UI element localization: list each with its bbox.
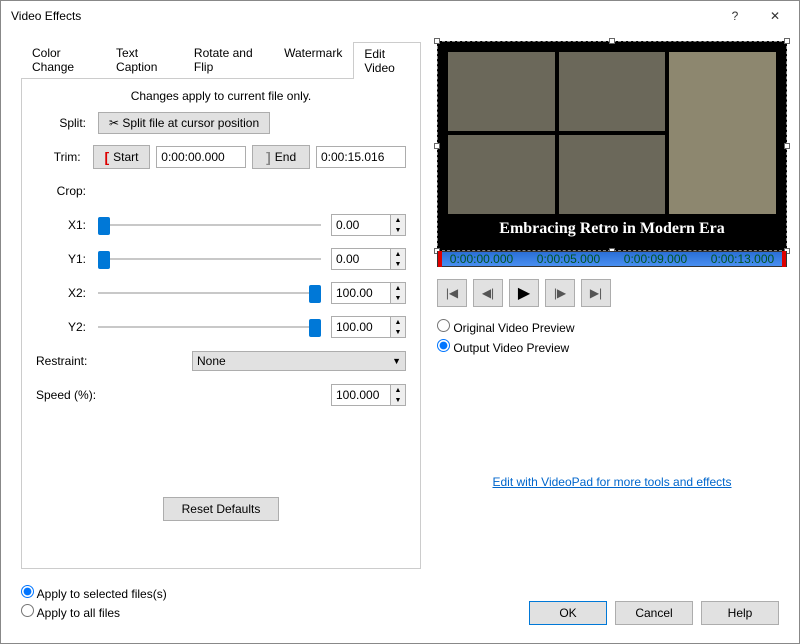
x1-field[interactable] (331, 214, 391, 236)
chevron-down-icon: ▼ (392, 356, 401, 366)
crop-label: Crop: (36, 184, 86, 198)
y1-field[interactable] (331, 248, 391, 270)
x2-stepper[interactable]: ▲▼ (391, 282, 406, 304)
y2-stepper[interactable]: ▲▼ (391, 316, 406, 338)
preview-collage (448, 52, 776, 214)
y2-field[interactable] (331, 316, 391, 338)
trim-label: Trim: (36, 150, 81, 164)
title-bar: Video Effects ? ✕ (1, 1, 799, 31)
bracket-right-icon: ] (266, 149, 271, 165)
preview-caption: Embracing Retro in Modern Era (448, 214, 776, 240)
skip-start-icon[interactable]: |◀ (437, 279, 467, 307)
window-title: Video Effects (11, 9, 715, 23)
tab-watermark[interactable]: Watermark (273, 41, 353, 78)
scissors-icon: ✂ (109, 116, 119, 130)
play-icon[interactable]: ▶ (509, 279, 539, 307)
reset-defaults-button[interactable]: Reset Defaults (163, 497, 280, 521)
help-icon[interactable]: ? (715, 2, 755, 30)
apply-scope: Apply to selected files(s) Apply to all … (21, 582, 167, 623)
x2-slider[interactable] (98, 283, 321, 303)
trim-start-field[interactable] (156, 146, 246, 168)
speed-label: Speed (%): (36, 388, 116, 402)
y1-label: Y1: (36, 252, 86, 266)
tab-rotate-flip[interactable]: Rotate and Flip (183, 41, 273, 78)
restraint-label: Restraint: (36, 354, 116, 368)
x2-label: X2: (36, 286, 86, 300)
y2-label: Y2: (36, 320, 86, 334)
cancel-button[interactable]: Cancel (615, 601, 693, 625)
split-label: Split: (36, 116, 86, 130)
trim-end-button[interactable]: ] End (252, 145, 310, 169)
ok-button[interactable]: OK (529, 601, 607, 625)
restraint-select[interactable]: None ▼ (192, 351, 406, 371)
trim-start-button[interactable]: [ Start (93, 145, 151, 169)
radio-apply-all[interactable]: Apply to all files (21, 604, 167, 620)
step-back-icon[interactable]: ◀| (473, 279, 503, 307)
split-button[interactable]: ✂ Split file at cursor position (98, 112, 270, 134)
close-icon[interactable]: ✕ (755, 2, 795, 30)
skip-end-icon[interactable]: ▶| (581, 279, 611, 307)
help-button[interactable]: Help (701, 601, 779, 625)
radio-output-preview[interactable]: Output Video Preview (437, 339, 787, 355)
timeline-end-marker[interactable] (782, 251, 786, 267)
radio-apply-selected[interactable]: Apply to selected files(s) (21, 585, 167, 601)
edit-video-panel: Changes apply to current file only. Spli… (21, 79, 421, 569)
x1-slider[interactable] (98, 215, 321, 235)
x2-field[interactable] (331, 282, 391, 304)
panel-hint: Changes apply to current file only. (36, 89, 406, 103)
bracket-left-icon: [ (104, 149, 109, 165)
step-forward-icon[interactable]: |▶ (545, 279, 575, 307)
timeline[interactable]: 0:00:00.000 0:00:05.000 0:00:09.000 0:00… (437, 251, 787, 267)
tab-bar: Color Change Text Caption Rotate and Fli… (21, 41, 421, 79)
speed-field[interactable] (331, 384, 391, 406)
videopad-link[interactable]: Edit with VideoPad for more tools and ef… (437, 475, 787, 489)
timeline-start-marker[interactable] (438, 251, 442, 267)
y1-stepper[interactable]: ▲▼ (391, 248, 406, 270)
x1-stepper[interactable]: ▲▼ (391, 214, 406, 236)
video-preview[interactable]: Embracing Retro in Modern Era (437, 41, 787, 251)
trim-end-field[interactable] (316, 146, 406, 168)
x1-label: X1: (36, 218, 86, 232)
playback-controls: |◀ ◀| ▶ |▶ ▶| (437, 279, 787, 307)
speed-stepper[interactable]: ▲▼ (391, 384, 406, 406)
y1-slider[interactable] (98, 249, 321, 269)
tab-text-caption[interactable]: Text Caption (105, 41, 183, 78)
tab-color-change[interactable]: Color Change (21, 41, 105, 78)
radio-original-preview[interactable]: Original Video Preview (437, 319, 787, 335)
tab-edit-video[interactable]: Edit Video (353, 42, 421, 79)
y2-slider[interactable] (98, 317, 321, 337)
